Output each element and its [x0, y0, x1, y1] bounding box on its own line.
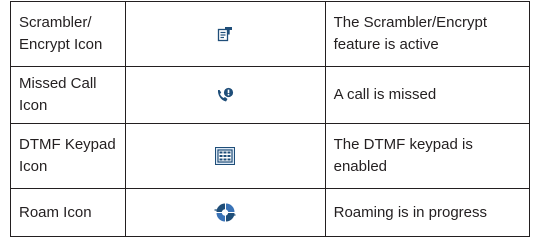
roam-icon	[214, 202, 236, 224]
icon-description-cell: The DTMF keypad is enabled	[324, 123, 531, 189]
table-row: Missed Call Icon A call is missed	[9, 66, 531, 124]
icon-name-cell: Missed Call Icon	[9, 66, 127, 124]
icon-name-cell: DTMF Keypad Icon	[9, 123, 127, 189]
icon-description-cell: The Scrambler/Encrypt feature is active	[324, 1, 531, 67]
icon-image-cell	[125, 66, 326, 124]
icon-image-cell	[125, 123, 326, 189]
icon-image-cell	[125, 188, 326, 237]
table-row: DTMF Keypad Icon The DTMF keypad is enab…	[9, 123, 531, 189]
missed-call-icon	[216, 87, 234, 103]
icon-description-cell: Roaming is in progress	[324, 188, 531, 237]
scrambler-encrypt-icon	[217, 26, 233, 42]
icon-reference-table: Scrambler/ Encrypt Icon The Scrambler/En…	[9, 1, 531, 237]
dtmf-keypad-icon	[215, 147, 236, 166]
icon-name-cell: Scrambler/ Encrypt Icon	[9, 1, 127, 67]
icon-image-cell	[125, 1, 326, 67]
icon-name-cell: Roam Icon	[9, 188, 127, 237]
table-row: Scrambler/ Encrypt Icon The Scrambler/En…	[9, 1, 531, 67]
table-row: Roam Icon Roaming is in progress	[9, 188, 531, 237]
icon-description-cell: A call is missed	[324, 66, 531, 124]
